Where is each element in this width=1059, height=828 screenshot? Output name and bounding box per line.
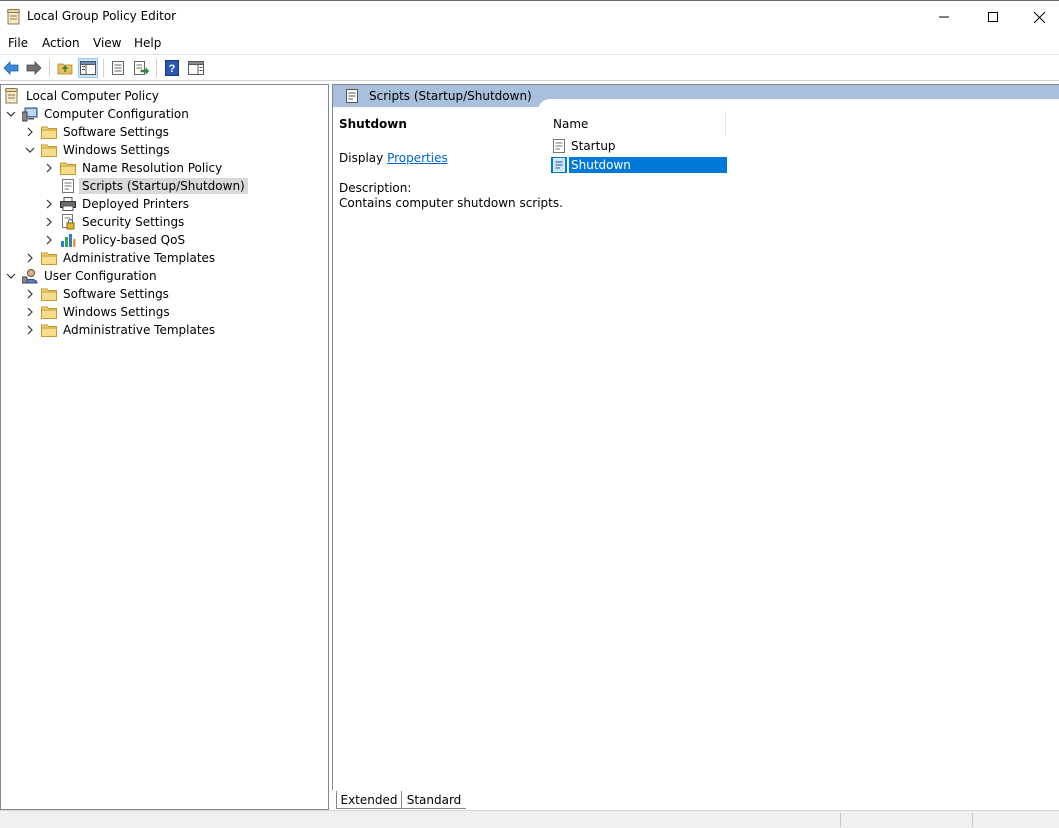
chevron-down-icon[interactable] xyxy=(23,143,37,157)
display-prefix: Display xyxy=(339,151,384,165)
column-header-label: Name xyxy=(553,117,589,131)
chevron-right-icon[interactable] xyxy=(23,251,37,265)
properties-icon[interactable] xyxy=(108,58,128,78)
printer-icon xyxy=(60,196,76,212)
details-header-title: Scripts (Startup/Shutdown) xyxy=(369,89,532,103)
description-label: Description: xyxy=(339,181,412,195)
tree-item-label: Security Settings xyxy=(82,215,185,229)
chevron-right-icon[interactable] xyxy=(23,305,37,319)
tree-item-label: Policy-based QoS xyxy=(82,233,186,247)
list-item-shutdown[interactable]: Shutdown xyxy=(550,155,727,174)
description-text: Contains computer shutdown scripts. xyxy=(339,196,563,210)
tree-item-label: Name Resolution Policy xyxy=(82,161,223,175)
forward-arrow-icon[interactable] xyxy=(24,58,44,78)
title-bar: Local Group Policy Editor xyxy=(0,0,1059,32)
show-hide-action-pane-icon[interactable] xyxy=(186,58,206,78)
scripts-list[interactable]: Name Startup Shutdown xyxy=(550,111,1059,791)
tree-item-cc-software-settings[interactable]: Software Settings xyxy=(23,123,172,141)
script-icon xyxy=(60,178,76,194)
folder-icon xyxy=(41,286,57,302)
properties-link[interactable]: Properties xyxy=(387,151,448,165)
export-list-icon[interactable] xyxy=(131,58,151,78)
maximize-button[interactable] xyxy=(970,1,1016,33)
chevron-down-icon[interactable] xyxy=(4,269,18,283)
folder-icon xyxy=(41,124,57,140)
tree-item-scripts-startup-shutdown[interactable]: Scripts (Startup/Shutdown) xyxy=(42,177,248,195)
bar-chart-icon xyxy=(60,232,76,248)
details-pane: Scripts (Startup/Shutdown) Shutdown Disp… xyxy=(332,84,1059,810)
policy-document-icon xyxy=(7,9,21,25)
security-lock-icon xyxy=(60,214,76,230)
tree-item-label: User Configuration xyxy=(44,269,157,283)
script-icon xyxy=(551,156,567,173)
selected-item-title: Shutdown xyxy=(339,117,407,131)
tree-item-user-configuration[interactable]: User Configuration xyxy=(4,267,160,285)
tree-item-label: Windows Settings xyxy=(63,305,170,319)
view-tabs: Extended Standard xyxy=(332,790,1059,810)
minimize-button[interactable] xyxy=(921,1,967,33)
computer-icon xyxy=(22,106,38,122)
console-tree[interactable]: Local Computer Policy Computer Configura… xyxy=(0,84,329,810)
display-properties: Display Properties xyxy=(339,151,448,165)
folder-icon xyxy=(60,160,76,176)
tree-item-label: Deployed Printers xyxy=(82,197,190,211)
tree-item-label: Administrative Templates xyxy=(63,323,216,337)
tree-item-cc-windows-settings[interactable]: Windows Settings xyxy=(23,141,173,159)
chevron-right-icon[interactable] xyxy=(42,215,56,229)
menu-view[interactable]: View xyxy=(93,36,121,50)
tree-item-label: Computer Configuration xyxy=(44,107,189,121)
list-item-label: Startup xyxy=(571,138,616,153)
tab-extended[interactable]: Extended xyxy=(336,791,402,809)
folder-open-icon xyxy=(41,142,57,158)
tree-item-uc-windows-settings[interactable]: Windows Settings xyxy=(23,303,173,321)
tree-item-label: Administrative Templates xyxy=(63,251,216,265)
up-folder-icon[interactable] xyxy=(55,58,75,78)
close-button[interactable] xyxy=(1016,1,1059,33)
chevron-right-icon[interactable] xyxy=(23,125,37,139)
menu-bar: File Action View Help xyxy=(0,32,1059,54)
tree-item-uc-software-settings[interactable]: Software Settings xyxy=(23,285,172,303)
tree-item-label: Software Settings xyxy=(63,125,169,139)
list-item-label: Shutdown xyxy=(569,156,727,173)
tree-item-label: Local Computer Policy xyxy=(26,89,159,103)
show-hide-tree-icon[interactable] xyxy=(78,58,98,78)
chevron-right-icon[interactable] xyxy=(23,287,37,301)
chevron-right-icon[interactable] xyxy=(42,197,56,211)
user-icon xyxy=(22,268,38,284)
tree-item-computer-configuration[interactable]: Computer Configuration xyxy=(4,105,192,123)
chevron-right-icon[interactable] xyxy=(42,161,56,175)
policy-document-icon xyxy=(4,88,20,104)
chevron-right-icon[interactable] xyxy=(23,323,37,337)
chevron-down-icon[interactable] xyxy=(4,107,18,121)
svg-text:?: ? xyxy=(169,63,176,75)
back-arrow-icon[interactable] xyxy=(1,58,21,78)
chevron-right-icon[interactable] xyxy=(42,233,56,247)
column-header-name[interactable]: Name xyxy=(550,111,726,135)
tree-item-uc-administrative-templates[interactable]: Administrative Templates xyxy=(23,321,218,339)
tree-item-cc-administrative-templates[interactable]: Administrative Templates xyxy=(23,249,218,267)
tree-item-label: Software Settings xyxy=(63,287,169,301)
menu-file[interactable]: File xyxy=(8,36,28,50)
tree-item-label: Scripts (Startup/Shutdown) xyxy=(79,178,248,194)
script-icon xyxy=(345,89,359,103)
help-icon[interactable]: ? xyxy=(162,58,182,78)
script-icon xyxy=(551,138,567,154)
menu-action[interactable]: Action xyxy=(42,36,80,50)
window-title: Local Group Policy Editor xyxy=(27,9,177,23)
tree-item-local-computer-policy[interactable]: Local Computer Policy xyxy=(4,87,162,105)
folder-icon xyxy=(41,250,57,266)
menu-help[interactable]: Help xyxy=(134,36,161,50)
tree-item-deployed-printers[interactable]: Deployed Printers xyxy=(42,195,192,213)
tree-item-name-resolution-policy[interactable]: Name Resolution Policy xyxy=(42,159,225,177)
folder-icon xyxy=(41,322,57,338)
folder-icon xyxy=(41,304,57,320)
list-item-startup[interactable]: Startup xyxy=(550,136,727,155)
status-bar xyxy=(0,810,1059,828)
toolbar: ? xyxy=(0,54,1059,81)
tree-item-security-settings[interactable]: Security Settings xyxy=(42,213,187,231)
tree-item-label: Windows Settings xyxy=(63,143,170,157)
tree-item-policy-based-qos[interactable]: Policy-based QoS xyxy=(42,231,188,249)
tab-standard[interactable]: Standard xyxy=(402,791,466,809)
